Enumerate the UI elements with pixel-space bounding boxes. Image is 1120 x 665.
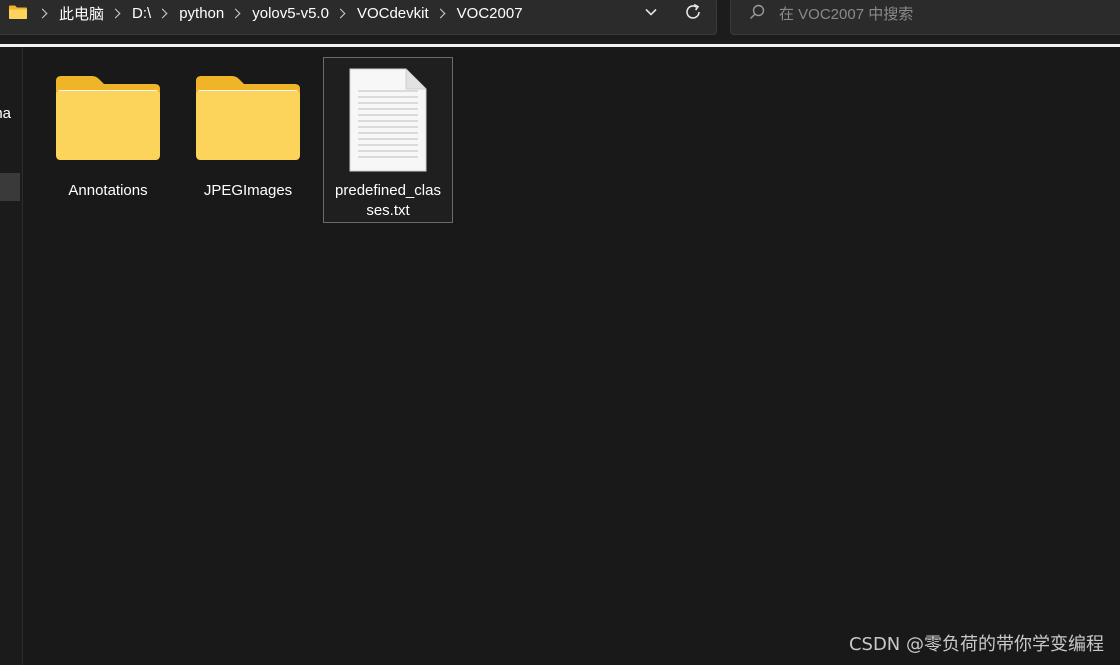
- watermark: CSDN @零负荷的带你学变编程: [848, 634, 1104, 655]
- chevron-right-icon[interactable]: [435, 8, 446, 18]
- file-list[interactable]: Annotations JPEGImages predefined_clas s…: [23, 47, 1120, 665]
- chevron-right-icon[interactable]: [230, 8, 241, 18]
- search-input[interactable]: [779, 1, 1109, 27]
- refresh-icon[interactable]: [682, 1, 704, 23]
- search-box[interactable]: [730, 0, 1120, 35]
- nav-item-selected[interactable]: [0, 173, 20, 201]
- folder-item-annotations[interactable]: Annotations: [43, 57, 173, 223]
- folder-item-jpegimages[interactable]: JPEGImages: [183, 57, 313, 223]
- chevron-right-icon[interactable]: [110, 8, 121, 18]
- file-name: Annotations: [68, 182, 148, 199]
- breadcrumb-item[interactable]: VOCdevkit: [357, 5, 429, 22]
- chevron-right-icon[interactable]: [37, 8, 48, 18]
- nav-item-label[interactable]: ona: [0, 105, 11, 122]
- breadcrumb: 此电脑 D:\ python yolov5-v5.0 VOCdevkit VOC…: [31, 0, 523, 27]
- folder-icon: [196, 76, 300, 160]
- chevron-right-icon[interactable]: [157, 8, 168, 18]
- folder-icon: [56, 76, 160, 160]
- text-file-icon: [349, 68, 427, 172]
- folder-icon: [9, 5, 27, 19]
- breadcrumb-item[interactable]: D:\: [132, 5, 151, 22]
- search-icon: [750, 4, 765, 19]
- file-name-line-2: ses.txt: [366, 202, 410, 219]
- file-explorer-window: 此电脑 D:\ python yolov5-v5.0 VOCdevkit VOC…: [0, 0, 1120, 665]
- file-name-line-1: predefined_clas: [335, 182, 441, 199]
- address-bar[interactable]: 此电脑 D:\ python yolov5-v5.0 VOCdevkit VOC…: [0, 0, 717, 35]
- breadcrumb-item[interactable]: python: [179, 5, 224, 22]
- breadcrumb-item-current[interactable]: VOC2007: [457, 5, 523, 22]
- chevron-down-icon[interactable]: [644, 5, 658, 19]
- toolbar: 此电脑 D:\ python yolov5-v5.0 VOCdevkit VOC…: [0, 0, 1120, 44]
- navigation-pane[interactable]: ona: [0, 47, 23, 665]
- chevron-right-icon[interactable]: [335, 8, 346, 18]
- file-item-predefined-classes[interactable]: predefined_clas ses.txt: [323, 57, 453, 223]
- breadcrumb-item[interactable]: 此电脑: [59, 3, 104, 24]
- file-name: JPEGImages: [203, 182, 293, 199]
- breadcrumb-item[interactable]: yolov5-v5.0: [252, 5, 329, 22]
